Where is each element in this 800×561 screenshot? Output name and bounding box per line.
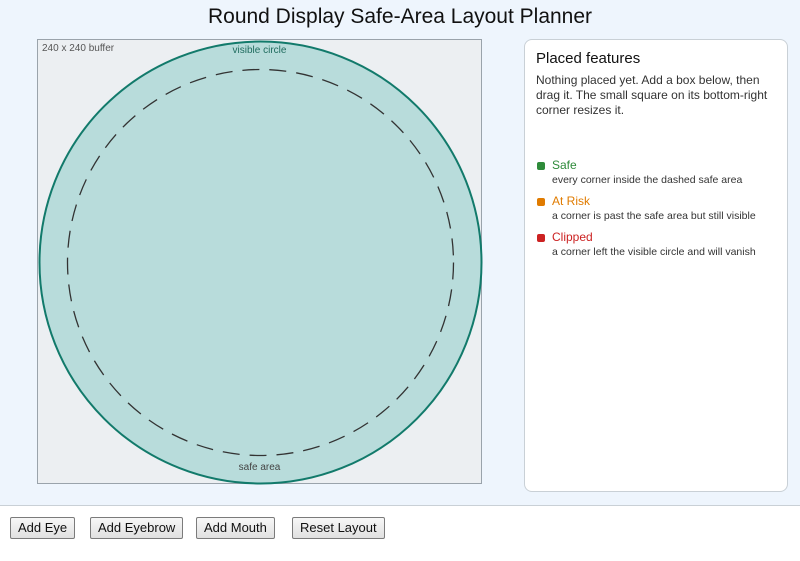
clipped-dot-icon <box>537 234 545 242</box>
panel-hint: Nothing placed yet. Add a box below, the… <box>536 73 768 117</box>
legend-name: Clipped <box>552 230 593 244</box>
legend-item-safe: Safe every corner inside the dashed safe… <box>536 158 776 187</box>
status-legend: Safe every corner inside the dashed safe… <box>536 158 776 259</box>
legend-item-clipped: Clipped a corner left the visible circle… <box>536 230 776 259</box>
at-risk-dot-icon <box>537 198 545 206</box>
toolbar: Add Eye Add Eyebrow Add Mouth Reset Layo… <box>0 505 800 561</box>
legend-item-at-risk: At Risk a corner is past the safe area b… <box>536 194 776 223</box>
safe-area-label: safe area <box>238 462 281 473</box>
add-mouth-button[interactable]: Add Mouth <box>196 517 275 539</box>
placed-features-panel: Placed features Nothing placed yet. Add … <box>524 39 788 492</box>
safe-dot-icon <box>537 162 545 170</box>
legend-desc: every corner inside the dashed safe area <box>552 174 743 186</box>
legend-name: At Risk <box>552 194 591 208</box>
legend-name: Safe <box>552 158 577 172</box>
round-display-svg <box>38 40 483 485</box>
add-eyebrow-button[interactable]: Add Eyebrow <box>90 517 184 539</box>
visible-circle-label: visible circle <box>232 45 287 56</box>
display-canvas[interactable]: 240 x 240 buffer visible circle safe are… <box>37 39 483 485</box>
panel-heading: Placed features <box>536 50 641 67</box>
add-eye-button[interactable]: Add Eye <box>10 517 76 539</box>
legend-desc: a corner left the visible circle and wil… <box>552 246 756 258</box>
reset-layout-button[interactable]: Reset Layout <box>292 517 385 539</box>
page-title: Round Display Safe-Area Layout Planner <box>207 5 593 28</box>
legend-desc: a corner is past the safe area but still… <box>552 210 756 222</box>
visible-circle <box>38 40 483 485</box>
